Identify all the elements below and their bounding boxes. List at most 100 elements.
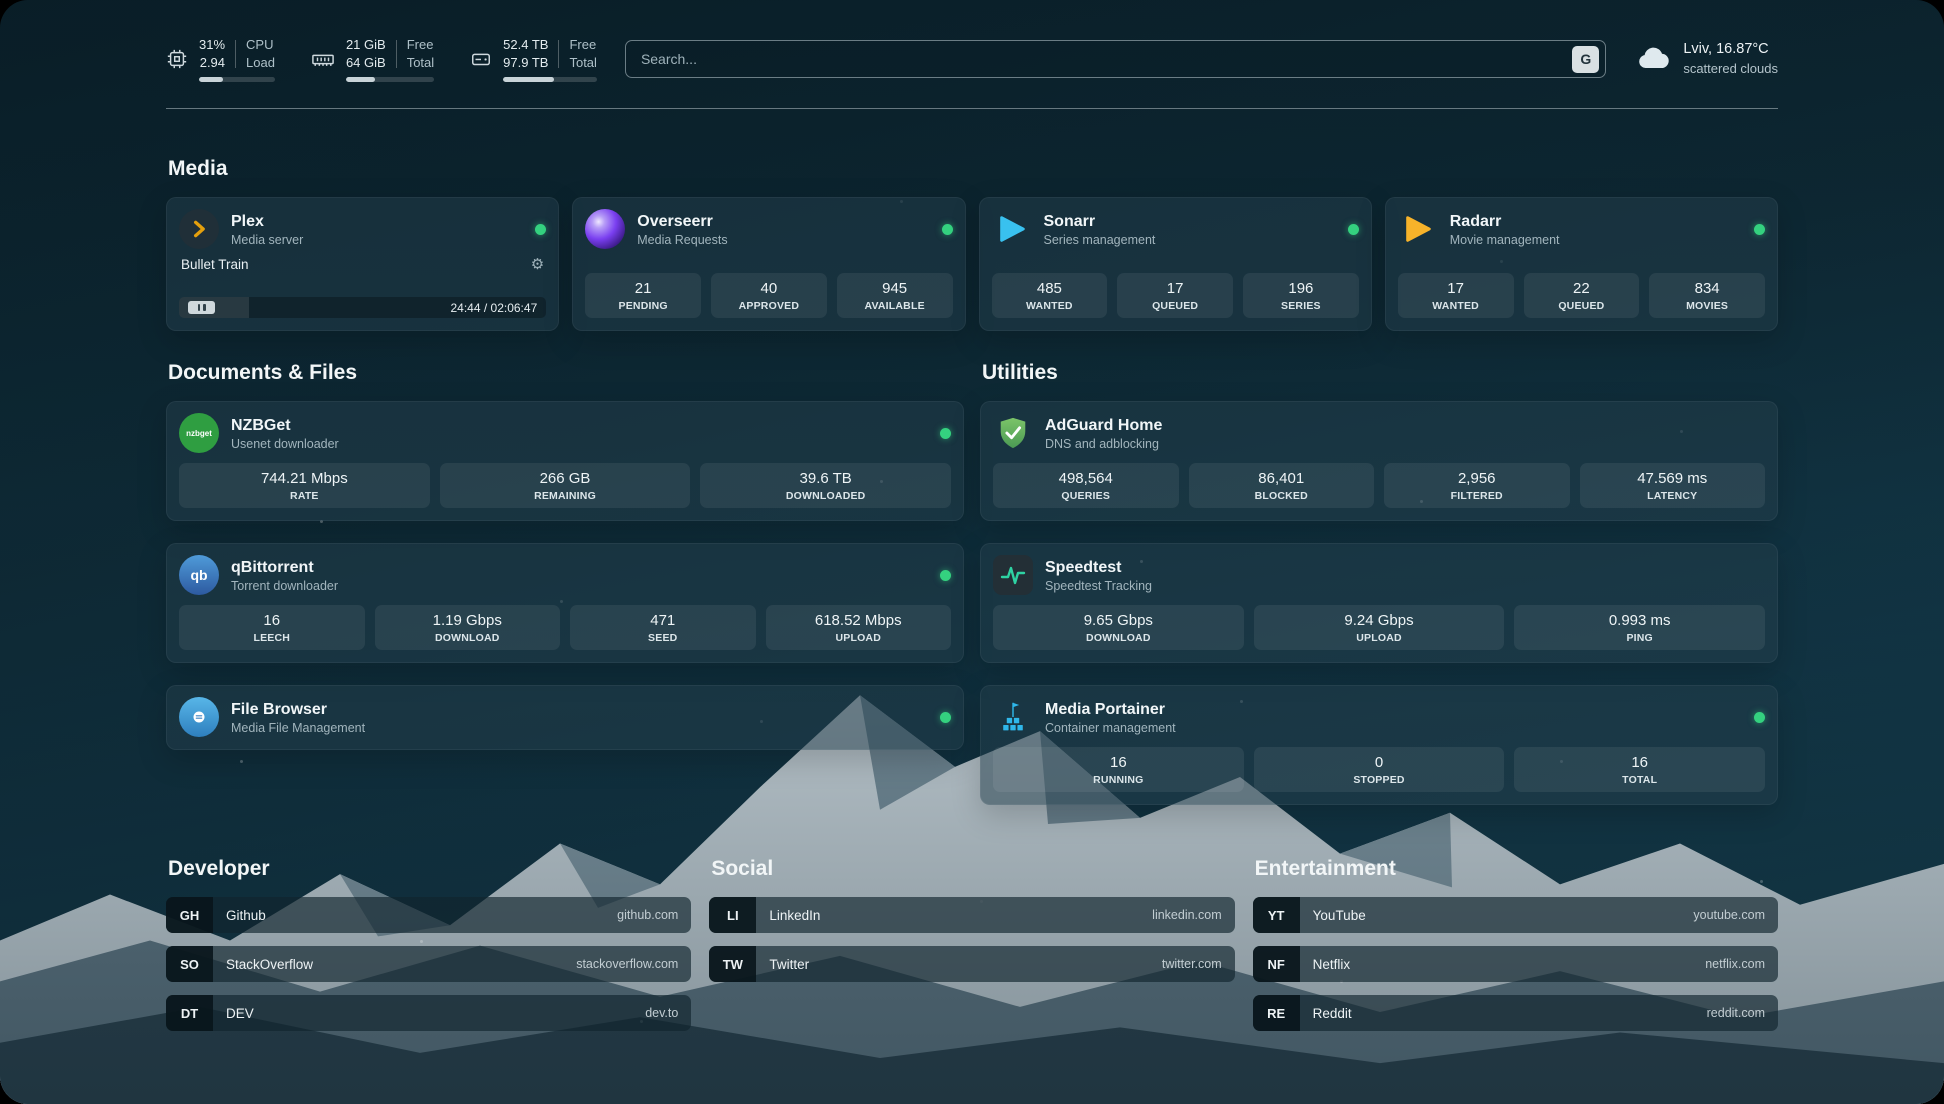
- nzbget-titles: NZBGet Usenet downloader: [231, 416, 339, 451]
- bookmark-abbr: SO: [166, 946, 213, 982]
- stat-upload: 9.24 Gbps UPLOAD: [1254, 605, 1505, 650]
- memory-free-value: 21 GiB: [346, 36, 386, 54]
- nzbget-stats: 744.21 Mbps RATE 266 GB REMAINING 39.6 T…: [179, 453, 951, 508]
- bookmark-netflix[interactable]: NF Netflix netflix.com: [1253, 946, 1778, 982]
- stat-ping: 0.993 ms PING: [1514, 605, 1765, 650]
- portainer-titles: Media Portainer Container management: [1045, 700, 1176, 735]
- card-subtitle: Usenet downloader: [231, 437, 339, 451]
- weather-widget: Lviv, 16.87°C scattered clouds: [1634, 39, 1778, 80]
- bookmark-github[interactable]: GH Github github.com: [166, 897, 691, 933]
- memory-icon: [311, 48, 335, 70]
- stat-queued: 22 QUEUED: [1524, 273, 1640, 318]
- bookmark-dev[interactable]: DT DEV dev.to: [166, 995, 691, 1031]
- playback-progress-bar[interactable]: 24:44 / 02:06:47: [179, 297, 546, 318]
- radarr-card[interactable]: Radarr Movie management 17 WANTED 22 QUE…: [1385, 197, 1778, 331]
- system-widgets: 31% 2.94 CPU Load: [166, 36, 597, 82]
- stat-download: 1.19 Gbps DOWNLOAD: [375, 605, 561, 650]
- stat-remaining: 266 GB REMAINING: [440, 463, 691, 508]
- stat-movies: 834 MOVIES: [1649, 273, 1765, 318]
- cpu-load-value: 2.94: [200, 54, 225, 72]
- widget-divider: [396, 40, 397, 68]
- bookmark-name: YouTube: [1313, 908, 1366, 923]
- bookmark-domain: reddit.com: [1707, 1006, 1765, 1020]
- stat-upload: 618.52 Mbps UPLOAD: [766, 605, 952, 650]
- cloud-icon: [1634, 39, 1670, 80]
- total-label: Total: [407, 54, 434, 72]
- pause-button[interactable]: [188, 301, 215, 314]
- media-section-title: Media: [168, 157, 1778, 181]
- bookmark-name: LinkedIn: [769, 908, 820, 923]
- now-playing-row: Bullet Train ⚙: [181, 257, 544, 272]
- adguard-card[interactable]: AdGuard Home DNS and adblocking 498,564 …: [980, 401, 1778, 521]
- bookmark-domain: dev.to: [645, 1006, 678, 1020]
- entertainment-group: Entertainment YT YouTube youtube.com NF …: [1253, 857, 1778, 1044]
- bookmark-twitter[interactable]: TW Twitter twitter.com: [709, 946, 1234, 982]
- search-provider-button[interactable]: G: [1572, 46, 1599, 73]
- disk-widget-body: 52.4 TB 97.9 TB Free Total: [503, 36, 597, 82]
- bookmark-linkedin[interactable]: LI LinkedIn linkedin.com: [709, 897, 1234, 933]
- memory-widget-body: 21 GiB 64 GiB Free Total: [346, 36, 434, 82]
- search-bar[interactable]: G: [625, 40, 1606, 78]
- page-content: 31% 2.94 CPU Load: [166, 0, 1778, 1044]
- bookmark-abbr: TW: [709, 946, 756, 982]
- card-subtitle: Movie management: [1450, 233, 1560, 247]
- documents-cards: nzbget NZBGet Usenet downloader 744.21 M…: [166, 401, 964, 750]
- speedtest-card[interactable]: Speedtest Speedtest Tracking 9.65 Gbps D…: [980, 543, 1778, 663]
- nzbget-card[interactable]: nzbget NZBGet Usenet downloader 744.21 M…: [166, 401, 964, 521]
- bookmark-domain: stackoverflow.com: [576, 957, 678, 971]
- bookmark-abbr: RE: [1253, 995, 1300, 1031]
- bookmark-name: StackOverflow: [226, 957, 313, 972]
- qbittorrent-card[interactable]: qb qBittorrent Torrent downloader 16: [166, 543, 964, 663]
- documents-section-title: Documents & Files: [168, 361, 964, 385]
- radarr-card-header: Radarr Movie management: [1398, 209, 1765, 249]
- card-title: Overseerr: [637, 212, 727, 232]
- weather-condition: scattered clouds: [1683, 60, 1778, 79]
- speedtest-stats: 9.65 Gbps DOWNLOAD 9.24 Gbps UPLOAD 0.99…: [993, 595, 1765, 650]
- bookmarks-grid: Developer GH Github github.com SO StackO…: [166, 857, 1778, 1044]
- stat-blocked: 86,401 BLOCKED: [1189, 463, 1375, 508]
- stat-wanted: 485 WANTED: [992, 273, 1108, 318]
- disk-total-value: 97.9 TB: [503, 54, 548, 72]
- bookmark-domain: netflix.com: [1705, 957, 1765, 971]
- card-title: AdGuard Home: [1045, 416, 1162, 436]
- gear-icon[interactable]: ⚙: [531, 257, 544, 272]
- stat-download: 9.65 Gbps DOWNLOAD: [993, 605, 1244, 650]
- bookmark-name: DEV: [226, 1006, 254, 1021]
- bookmark-youtube[interactable]: YT YouTube youtube.com: [1253, 897, 1778, 933]
- overseerr-titles: Overseerr Media Requests: [637, 212, 727, 247]
- disk-widget: 52.4 TB 97.9 TB Free Total: [470, 36, 597, 82]
- social-group-title: Social: [711, 857, 1234, 881]
- qbittorrent-card-header: qb qBittorrent Torrent downloader: [179, 555, 951, 595]
- memory-widget: 21 GiB 64 GiB Free Total: [311, 36, 434, 82]
- adguard-stats: 498,564 QUERIES 86,401 BLOCKED 2,956 FIL…: [993, 453, 1765, 508]
- portainer-icon: [993, 697, 1033, 737]
- filebrowser-card[interactable]: File Browser Media File Management: [166, 685, 964, 750]
- stat-rate: 744.21 Mbps RATE: [179, 463, 430, 508]
- developer-group-title: Developer: [168, 857, 691, 881]
- qbittorrent-icon-text: qb: [190, 567, 207, 583]
- bookmark-name: Reddit: [1313, 1006, 1352, 1021]
- qbittorrent-icon: qb: [179, 555, 219, 595]
- nzbget-card-header: nzbget NZBGet Usenet downloader: [179, 413, 951, 453]
- card-subtitle: Container management: [1045, 721, 1176, 735]
- cpu-widget-body: 31% 2.94 CPU Load: [199, 36, 275, 82]
- stat-approved: 40 APPROVED: [711, 273, 827, 318]
- cpu-progress-track: [199, 77, 275, 82]
- bookmark-stackoverflow[interactable]: SO StackOverflow stackoverflow.com: [166, 946, 691, 982]
- status-online-dot: [940, 570, 951, 581]
- overseerr-card[interactable]: Overseerr Media Requests 21 PENDING 40 A…: [572, 197, 965, 331]
- adguard-card-header: AdGuard Home DNS and adblocking: [993, 413, 1765, 453]
- disk-free-value: 52.4 TB: [503, 36, 548, 54]
- stat-filtered: 2,956 FILTERED: [1384, 463, 1570, 508]
- bookmark-reddit[interactable]: RE Reddit reddit.com: [1253, 995, 1778, 1031]
- memory-labels: Free Total: [407, 36, 434, 72]
- portainer-card[interactable]: Media Portainer Container management 16 …: [980, 685, 1778, 805]
- search-input[interactable]: [641, 51, 1572, 67]
- sonarr-card[interactable]: Sonarr Series management 485 WANTED 17 Q…: [979, 197, 1372, 331]
- status-online-dot: [535, 224, 546, 235]
- plex-card[interactable]: Plex Media server Bullet Train ⚙ 24:44 /…: [166, 197, 559, 331]
- bookmark-abbr: GH: [166, 897, 213, 933]
- free-label: Free: [407, 36, 434, 54]
- portainer-stats: 16 RUNNING 0 STOPPED 16 TOTAL: [993, 737, 1765, 792]
- overseerr-icon: [585, 209, 625, 249]
